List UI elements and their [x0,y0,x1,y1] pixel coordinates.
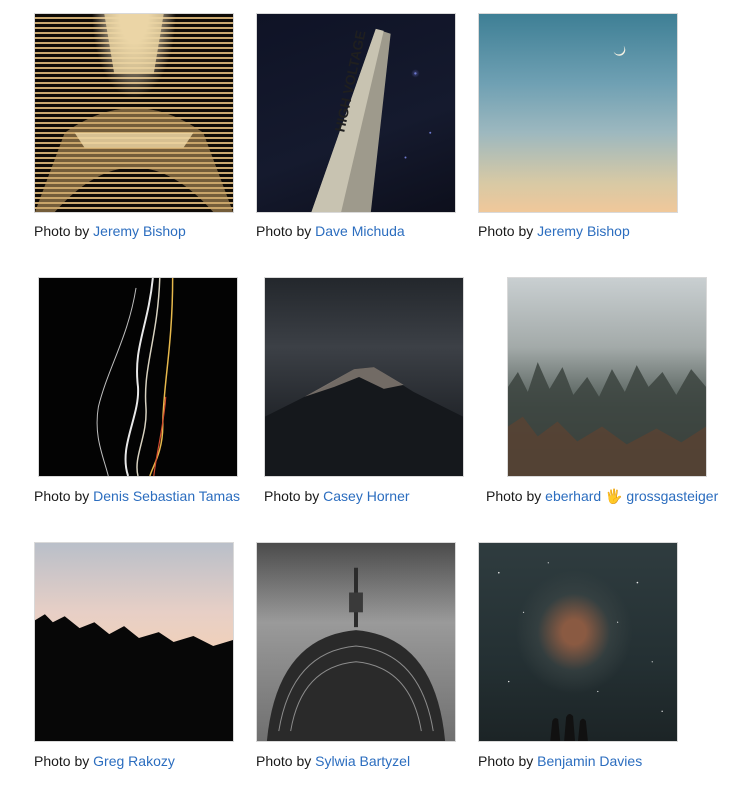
author-link[interactable]: Jeremy Bishop [93,223,186,239]
photo-light-trails[interactable] [38,277,238,477]
author-link[interactable]: Denis Sebastian Tamas [93,488,240,504]
author-link[interactable]: Benjamin Davies [537,753,642,769]
author-link[interactable]: Dave Michuda [315,223,405,239]
photo-treeline-sunset[interactable] [34,542,234,742]
photo-artwork [96,278,174,476]
photo-artwork [265,367,463,476]
caption-prefix: Photo by [478,753,534,769]
gallery-item: Photo by Benjamin Davies [478,542,678,769]
author-link[interactable]: Sylwia Bartyzel [315,753,410,769]
photo-caption: Photo by eberhard 🖐 grossgasteiger [486,488,718,504]
photo-caption: Photo by Sylwia Bartyzel [256,753,410,769]
photo-milky-way[interactable] [478,542,678,742]
photo-caption: Photo by Denis Sebastian Tamas [34,488,240,504]
photo-artwork: HIGH VOLTAGE [311,28,432,212]
photo-artwork [35,14,233,212]
photo-artwork [35,614,233,741]
gallery-item: HIGH VOLTAGE Photo by Dave Michuda [256,13,456,239]
photo-foggy-forest[interactable] [507,277,707,477]
author-link[interactable]: Jeremy Bishop [537,223,630,239]
gallery-item: Photo by Denis Sebastian Tamas [34,277,240,504]
photo-caption: Photo by Casey Horner [264,488,410,504]
gallery-item: Photo by Casey Horner [264,277,464,504]
photo-eiffel-tower[interactable] [34,13,234,213]
caption-prefix: Photo by [34,488,90,504]
photo-high-voltage-pole[interactable]: HIGH VOLTAGE [256,13,456,213]
photo-caption: Photo by Jeremy Bishop [478,223,630,239]
gallery-item: Photo by Jeremy Bishop [478,13,678,239]
gallery-item: Photo by Greg Rakozy [34,542,234,769]
caption-prefix: Photo by [34,753,90,769]
gallery-item: Photo by eberhard 🖐 grossgasteiger [486,277,718,504]
caption-prefix: Photo by [486,488,542,504]
photo-dark-mountain[interactable] [264,277,464,477]
photo-caption: Photo by Greg Rakozy [34,753,175,769]
caption-prefix: Photo by [478,223,534,239]
photo-artwork [508,362,706,476]
gallery-item: Photo by Jeremy Bishop [34,13,234,239]
author-link[interactable]: Casey Horner [323,488,409,504]
author-link[interactable]: Greg Rakozy [93,753,175,769]
photo-caption: Photo by Jeremy Bishop [34,223,186,239]
photo-caption: Photo by Benjamin Davies [478,753,642,769]
gallery-item: Photo by Sylwia Bartyzel [256,542,456,769]
photo-artwork [613,45,626,56]
caption-prefix: Photo by [256,223,312,239]
photo-artwork [498,562,663,741]
photo-sky-crescent-moon[interactable] [478,13,678,213]
caption-prefix: Photo by [34,223,90,239]
caption-prefix: Photo by [264,488,320,504]
author-link[interactable]: eberhard 🖐 grossgasteiger [545,488,718,504]
photo-tv-tower[interactable] [256,542,456,742]
photo-caption: Photo by Dave Michuda [256,223,405,239]
caption-prefix: Photo by [256,753,312,769]
photo-artwork [266,567,446,741]
